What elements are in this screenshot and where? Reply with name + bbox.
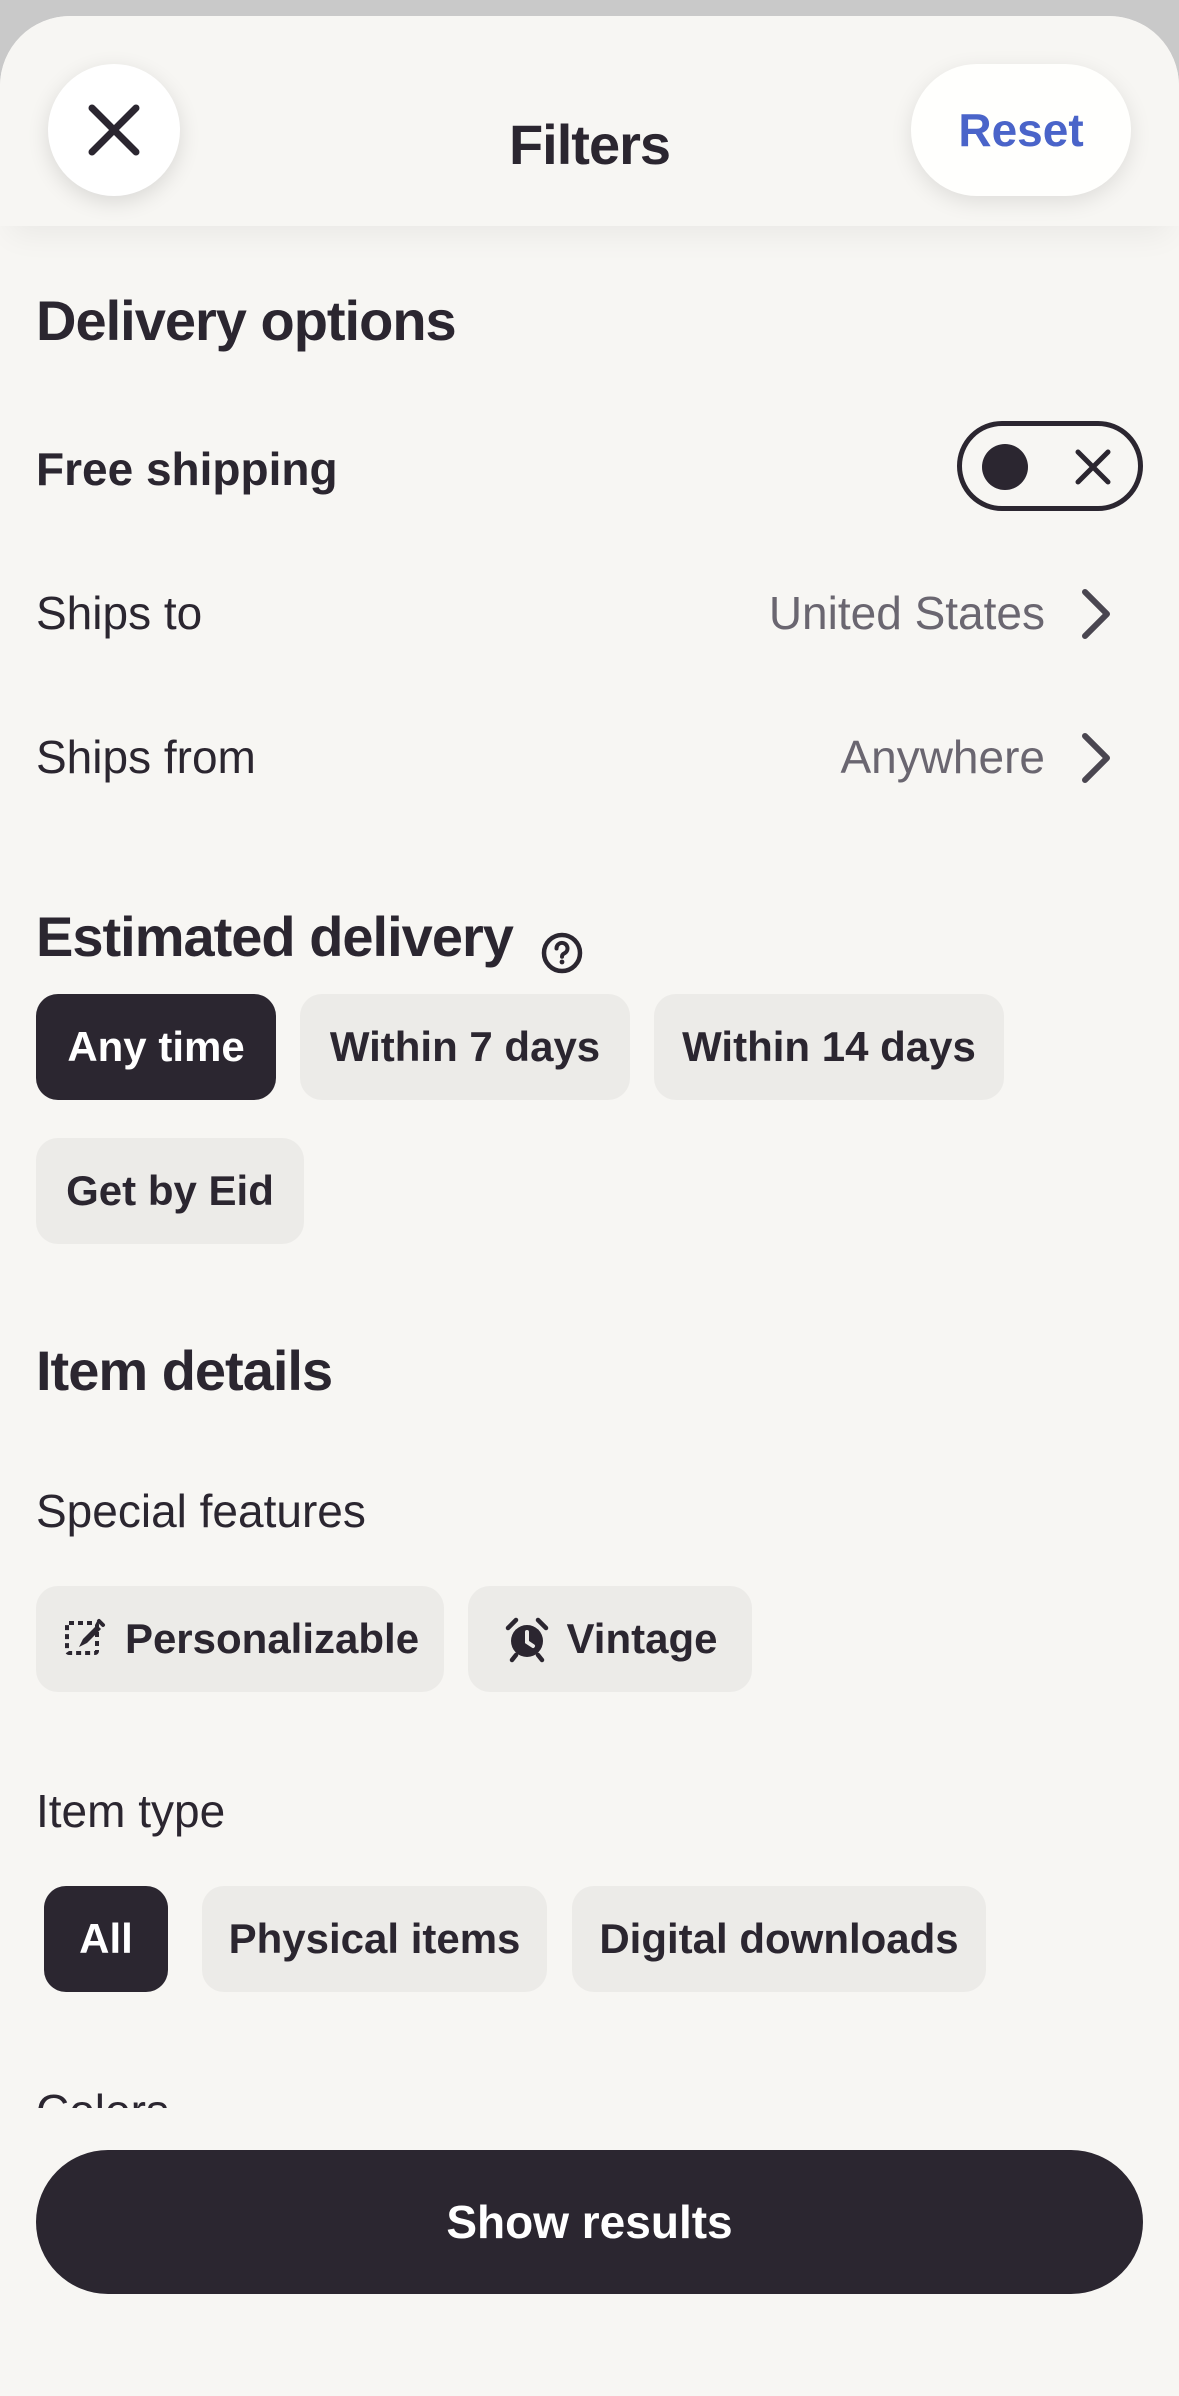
special-feature-personalizable[interactable]: Personalizable — [36, 1586, 444, 1692]
help-circle-icon[interactable] — [538, 929, 586, 977]
special-feature-label: Vintage — [566, 1615, 718, 1662]
delivery-option-any-time[interactable]: Any time — [36, 994, 276, 1100]
item-type-all[interactable]: All — [44, 1886, 168, 1992]
show-results-button[interactable]: Show results — [36, 2150, 1143, 2294]
item-type-label: Item type — [36, 1785, 226, 1837]
chevron-right-icon[interactable] — [1073, 586, 1119, 642]
reset-button[interactable]: Reset — [911, 64, 1131, 196]
chevron-right-icon[interactable] — [1073, 730, 1119, 786]
alarm-clock-icon — [505, 1617, 548, 1663]
item-type-digital-downloads[interactable]: Digital downloads — [572, 1886, 986, 1992]
ships-from-label: Ships from — [36, 731, 256, 783]
ships-to-label: Ships to — [36, 587, 203, 639]
ships-to-value[interactable]: United States — [769, 586, 1045, 640]
special-feature-vintage[interactable]: Vintage — [468, 1586, 752, 1692]
estimated-delivery-heading: Estimated delivery — [36, 905, 514, 968]
delivery-option-within-7-days[interactable]: Within 7 days — [300, 994, 630, 1100]
free-shipping-toggle[interactable] — [957, 421, 1143, 511]
delivery-option-within-14-days[interactable]: Within 14 days — [654, 994, 1004, 1100]
free-shipping-label: Free shipping — [36, 443, 338, 495]
ships-from-value[interactable]: Anywhere — [840, 730, 1045, 784]
delivery-options-heading: Delivery options — [36, 289, 457, 352]
sheet-header: Filters Reset — [0, 16, 1179, 226]
filters-sheet: Delivery options Free shipping Ships to … — [0, 16, 1179, 2396]
toggle-knob — [982, 444, 1028, 490]
toggle-off-x-icon — [1075, 449, 1111, 485]
item-details-heading: Item details — [36, 1339, 333, 1402]
delivery-option-get-by-eid[interactable]: Get by Eid — [36, 1138, 304, 1244]
special-feature-label: Personalizable — [124, 1615, 420, 1662]
item-type-physical-items[interactable]: Physical items — [202, 1886, 547, 1992]
special-features-label: Special features — [36, 1485, 366, 1537]
personalize-icon — [64, 1619, 105, 1655]
